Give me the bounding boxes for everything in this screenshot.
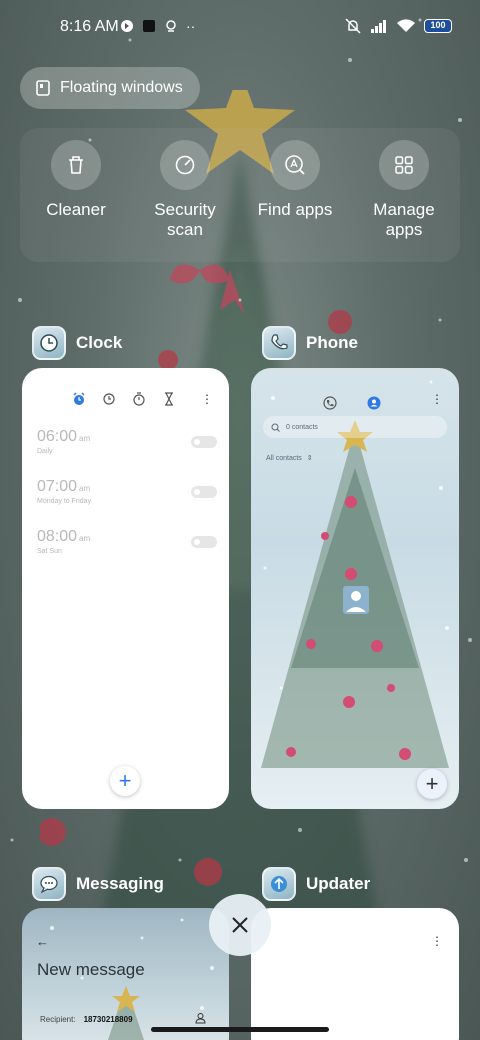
cleaner-label: Cleaner [46,200,106,219]
alarm-tab-icon[interactable] [72,392,86,406]
manage-apps-button[interactable]: Manage apps [349,140,459,240]
mute-icon [345,18,361,34]
manage-apps-label: Manage apps [373,200,435,239]
recipient-label: Recipient: [40,1015,76,1024]
vpn-icon [121,20,133,32]
wifi-icon [397,19,415,32]
clock-app-name: Clock [76,333,123,352]
add-alarm-button[interactable]: + [110,766,140,796]
close-icon [232,917,248,933]
contacts-filter-label: All contacts [266,455,302,462]
floating-window-icon [36,80,50,96]
find-apps-icon [285,155,305,175]
cleaner-button[interactable]: Cleaner [21,140,131,220]
add-contact-button[interactable]: + [417,769,447,799]
more-options-icon[interactable]: ⋮ [431,393,443,405]
status-right-icons: 100 [344,17,452,35]
alarm-row[interactable]: 07:00 am Monday to Friday [37,478,217,505]
alarm-toggle[interactable] [191,536,217,548]
alarm-repeat: Monday to Friday [37,498,92,505]
recipient-value: 18730218809 [83,1015,133,1024]
alarm-ampm: am [79,434,91,443]
home-indicator[interactable] [151,1027,329,1032]
alarm-repeat: Daily [37,448,53,455]
app-notification-icon [143,20,155,32]
updater-app-header[interactable]: Updater [262,867,370,901]
status-time: 8:16 AM [60,18,119,35]
clock-app-card[interactable]: ⋮ 06:00 am Daily 07:00 am Monday to Friday… [22,368,229,809]
timer-tab-icon[interactable] [162,392,176,406]
quick-actions-panel: Cleaner Security scan Find apps Manage a… [20,128,460,262]
signal-icon [371,20,386,33]
alarm-ampm: am [79,484,91,493]
more-notifications-icon: ·· [186,18,196,34]
messaging-app-name: Messaging [76,874,164,893]
back-arrow-icon[interactable]: ← [36,934,49,949]
call-log-tab-icon[interactable] [323,396,337,410]
clock-app-header[interactable]: Clock [32,326,122,360]
alarm-row[interactable]: 08:00 am Sat Sun [37,528,217,555]
close-all-button[interactable] [209,894,271,956]
battery-icon: 100 [424,19,452,33]
security-scan-label: Security scan [154,200,216,239]
phone-app-icon [262,326,296,360]
more-options-icon[interactable]: ⋮ [431,935,443,947]
contacts-filter-dropdown[interactable]: All contacts ⇕ [266,454,313,462]
security-scan-button[interactable]: Security scan [130,140,240,240]
trash-icon [69,156,83,174]
messaging-app-card[interactable]: ← New message Recipient: 18730218809 [22,908,229,1040]
phone-app-name: Phone [306,333,358,352]
updater-app-icon [262,867,296,901]
chevron-updown-icon: ⇕ [306,455,313,462]
contact-picker-icon[interactable] [195,1012,206,1024]
stopwatch-tab-icon[interactable] [132,392,146,406]
more-options-icon[interactable]: ⋮ [201,393,213,405]
messaging-app-header[interactable]: Messaging [32,867,164,901]
alarm-time: 06:00 [37,428,78,445]
contacts-tab-icon[interactable] [367,396,381,410]
status-bar: 8:16 AM ·· 100 [0,0,480,56]
floating-windows-button[interactable]: Floating windows [20,67,200,109]
find-apps-label: Find apps [257,200,333,219]
phone-app-card[interactable]: ⋮ 0 contacts All contacts ⇕ + [251,368,459,809]
security-scan-icon [175,155,195,175]
phone-app-header[interactable]: Phone [262,326,358,360]
alarm-toggle[interactable] [191,436,217,448]
grid-icon [395,156,413,174]
world-clock-tab-icon[interactable] [102,392,116,406]
contacts-search-field[interactable]: 0 contacts [263,416,447,438]
new-message-title: New message [37,960,145,979]
clock-app-icon [32,326,66,360]
location-icon [166,20,176,32]
phone-tabs [323,396,381,410]
updater-app-name: Updater [306,874,371,893]
search-icon [271,423,280,432]
contacts-search-placeholder: 0 contacts [286,423,318,431]
alarm-time: 07:00 [37,478,78,495]
alarm-repeat: Sat Sun [37,548,62,555]
floating-windows-label: Floating windows [60,79,183,96]
alarm-toggle[interactable] [191,486,217,498]
messaging-app-icon [32,867,66,901]
status-left-icons: ·· [120,18,195,34]
recipient-field[interactable]: Recipient: 18730218809 [40,1015,133,1024]
alarm-ampm: am [79,534,91,543]
alarm-time: 08:00 [37,528,78,545]
updater-app-card[interactable]: ⋮ [251,908,459,1040]
find-apps-button[interactable]: Find apps [240,140,350,220]
clock-tabs [72,392,176,406]
alarm-row[interactable]: 06:00 am Daily [37,428,217,455]
